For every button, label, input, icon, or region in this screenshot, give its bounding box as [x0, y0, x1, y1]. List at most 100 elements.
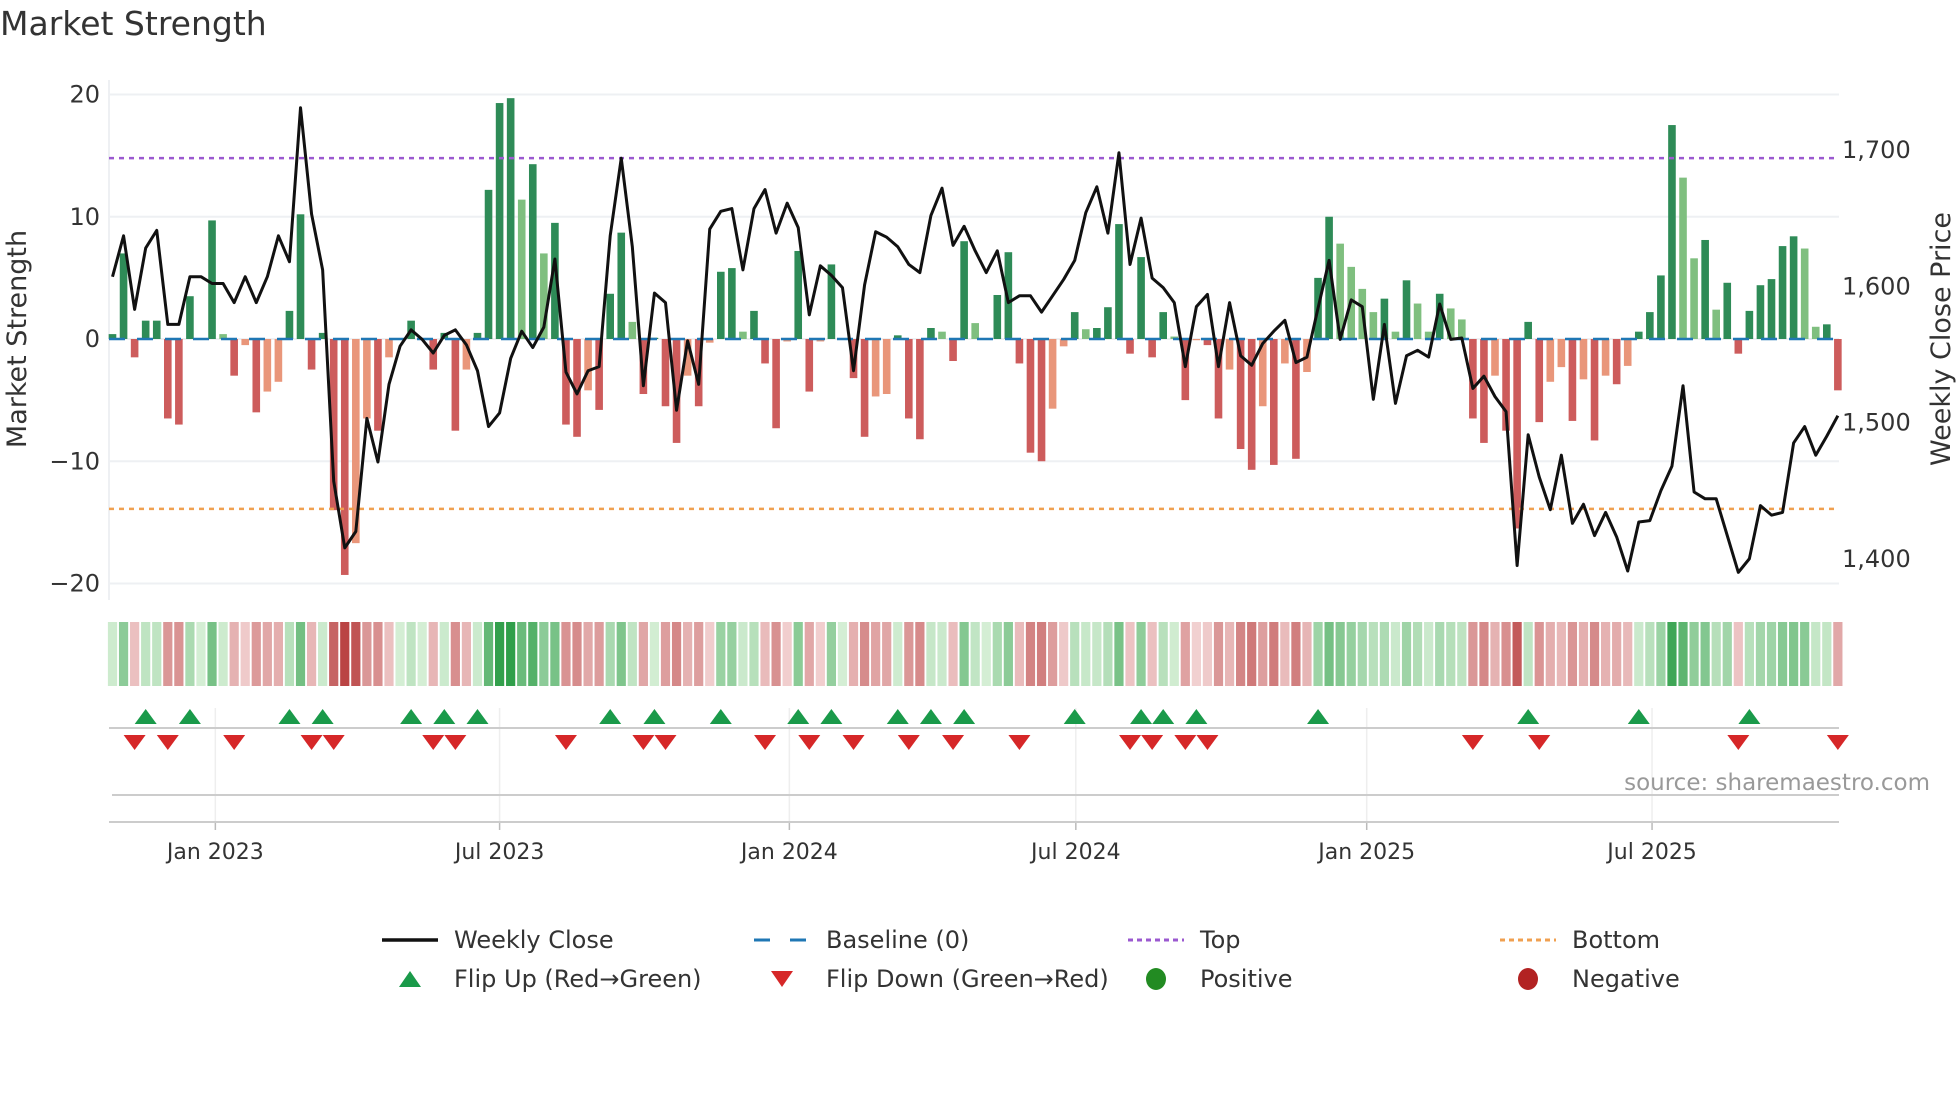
- heat-cell: [1545, 622, 1555, 686]
- heat-cell: [605, 622, 615, 686]
- strength-bar: [175, 339, 183, 425]
- strength-bar: [1148, 339, 1156, 358]
- legend-item-close[interactable]: Weekly Close: [380, 924, 614, 956]
- flip-up-marker: [466, 709, 489, 724]
- strength-bar: [1458, 319, 1466, 339]
- flip-down-marker: [1727, 735, 1750, 750]
- legend-item-top[interactable]: Top: [1126, 924, 1241, 956]
- x-tick-label: Jul 2024: [1029, 840, 1121, 865]
- strength-bar: [1800, 248, 1809, 339]
- heat-cell: [185, 622, 195, 686]
- legend-item-positive[interactable]: Positive: [1126, 963, 1293, 995]
- legend-item-down[interactable]: Flip Down (Green→Red): [752, 963, 1109, 995]
- legend-item-negative[interactable]: Negative: [1498, 963, 1680, 995]
- strength-bar: [794, 250, 803, 339]
- strength-bar: [1579, 339, 1588, 380]
- strength-bar: [208, 220, 216, 339]
- heat-cell: [572, 622, 582, 686]
- heat-cell: [771, 622, 781, 686]
- heat-cell: [207, 622, 217, 686]
- legend-label: Bottom: [1572, 926, 1661, 954]
- heat-cell: [1833, 622, 1843, 686]
- flip-down-marker: [300, 735, 323, 750]
- strength-bar: [363, 339, 371, 419]
- heat-cell: [1589, 622, 1600, 686]
- heat-cell: [882, 622, 892, 686]
- heat-cell: [1280, 622, 1290, 686]
- strength-bar: [606, 293, 614, 339]
- heat-cell: [1313, 622, 1323, 686]
- heat-cell: [1446, 622, 1456, 686]
- flip-down-marker: [897, 735, 920, 750]
- heat-cell: [1247, 622, 1257, 686]
- flip-down-marker: [1008, 735, 1031, 750]
- strength-bar: [1048, 339, 1057, 409]
- heat-cell: [107, 622, 118, 686]
- heat-cell: [495, 622, 505, 686]
- legend-item-up[interactable]: Flip Up (Red→Green): [380, 963, 702, 995]
- flip-down-marker: [1528, 735, 1551, 750]
- heat-cell: [506, 622, 516, 686]
- heat-cell: [472, 622, 483, 686]
- legend-label: Weekly Close: [454, 926, 614, 954]
- heat-cell: [1733, 622, 1743, 686]
- heat-cell: [649, 622, 660, 686]
- heat-cell: [196, 622, 206, 686]
- heat-cell: [118, 622, 129, 686]
- strength-bar: [451, 339, 460, 431]
- gridlines: [108, 80, 1839, 822]
- heat-cell: [1048, 622, 1058, 686]
- y2-tick-label: 1,600: [1842, 272, 1911, 300]
- heat-cell: [1567, 622, 1578, 686]
- heat-cell: [384, 622, 394, 686]
- strength-bar: [374, 339, 382, 431]
- heat-cell: [1634, 622, 1644, 686]
- strength-bar: [1546, 339, 1555, 382]
- legend-item-baseline[interactable]: Baseline (0): [752, 924, 969, 956]
- heat-cell: [1401, 622, 1412, 686]
- flip-down-marker: [1119, 735, 1142, 750]
- heat-cell: [1479, 622, 1489, 686]
- flip-up-marker: [1063, 709, 1086, 724]
- heat-cell: [1081, 622, 1091, 686]
- axes: 20 10 0 −10 −20 1,700 1,600 1,500 1,400 Jan 2023 J…: [49, 81, 1910, 866]
- flip-up-marker: [820, 709, 843, 724]
- flip-up-marker: [886, 709, 909, 724]
- heat-cell: [1014, 622, 1025, 686]
- heat-cell: [1125, 622, 1135, 686]
- strength-bar: [1402, 280, 1411, 339]
- legend-item-bottom[interactable]: Bottom: [1498, 924, 1660, 956]
- strength-bar: [1601, 339, 1610, 376]
- heat-cell: [539, 622, 549, 686]
- heat-cell: [528, 622, 538, 686]
- heat-cell: [329, 622, 339, 686]
- heat-cell: [1390, 622, 1401, 686]
- flip-up-marker: [919, 709, 942, 724]
- strength-bar: [1480, 339, 1488, 443]
- heat-cell: [284, 622, 295, 686]
- heat-cell: [893, 622, 903, 686]
- heat-cell: [981, 622, 991, 686]
- heat-cell: [871, 622, 881, 686]
- strength-bar: [1070, 312, 1079, 339]
- strength-bar: [1413, 303, 1422, 339]
- flip-up-marker: [1185, 709, 1208, 724]
- heat-cell: [561, 622, 571, 686]
- flip-up-marker: [1627, 709, 1650, 724]
- strength-bar: [152, 320, 161, 339]
- heat-cell: [1070, 622, 1080, 686]
- legend-label: Top: [1200, 926, 1241, 954]
- strength-bar: [1723, 282, 1732, 339]
- strength-bar: [949, 339, 957, 362]
- heat-cell: [1224, 622, 1235, 686]
- heat-cell: [306, 622, 317, 686]
- strength-bar: [307, 339, 316, 370]
- strength-bar: [484, 189, 493, 339]
- strength-bar: [164, 339, 172, 419]
- strength-heat-strip: [107, 622, 1843, 686]
- strength-bar: [661, 339, 670, 407]
- strength-bar: [296, 214, 305, 339]
- heat-cell: [727, 622, 737, 686]
- heat-cell: [1468, 622, 1478, 686]
- y2-axis-label: Weekly Close Price: [1926, 212, 1957, 466]
